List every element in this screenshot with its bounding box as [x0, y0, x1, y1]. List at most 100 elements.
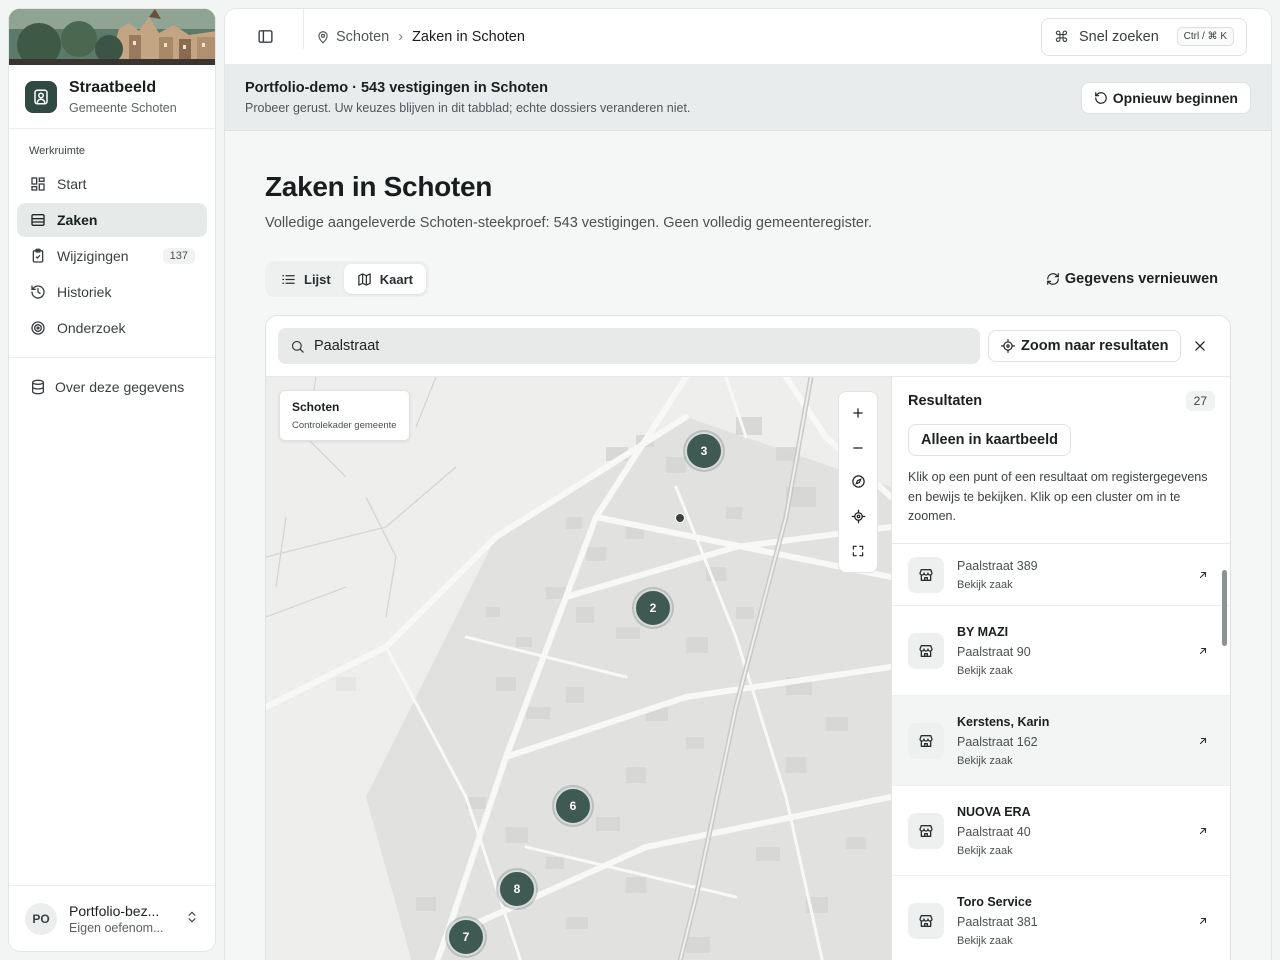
locate-icon	[851, 509, 865, 524]
tab-list[interactable]: Lijst	[268, 264, 344, 294]
map-canvas[interactable]: Schoten Controlekader gemeente 3 2 6 8 7	[266, 377, 891, 960]
brand: Straatbeeld Gemeente Schoten	[9, 65, 215, 129]
nav-heading: Werkruimte	[29, 145, 86, 157]
map-cluster[interactable]: 6	[554, 787, 592, 825]
page-title: Zaken in Schoten	[265, 171, 493, 202]
results-panel: Resultaten 27 Alleen in kaartbeeld Klik …	[891, 377, 1230, 960]
breadcrumb-link-schoten[interactable]: Schoten	[336, 29, 389, 45]
list-item[interactable]: Toro Service Paalstraat 381 Bekijk zaak	[892, 876, 1230, 960]
map-tiles	[266, 377, 891, 960]
result-address: Paalstraat 389	[957, 558, 1038, 573]
refresh-icon	[1046, 272, 1060, 286]
keyboard-shortcut: Ctrl / ⌘ K	[1176, 27, 1234, 46]
map-context-label: Schoten Controlekader gemeente	[279, 390, 410, 441]
user-name: Portfolio-bez...	[69, 902, 160, 919]
nav-extra: Over deze gegevens	[9, 358, 215, 418]
search-value: Paalstraat	[314, 338, 380, 354]
sidebar-item-label: Start	[57, 176, 87, 192]
map-search-row: Paalstraat Zoom naar resultaten	[266, 316, 1230, 377]
close-icon	[1195, 341, 1205, 351]
results-scrollbar[interactable]	[1222, 570, 1227, 646]
locate-button[interactable]	[844, 502, 872, 530]
map-cluster[interactable]: 8	[498, 870, 536, 908]
map-search-input[interactable]: Paalstraat	[278, 328, 980, 364]
map-card: Paalstraat Zoom naar resultaten Schoten …	[265, 315, 1231, 960]
list-item[interactable]: NUOVA ERA Paalstraat 40 Bekijk zaak	[892, 786, 1230, 876]
result-link[interactable]: Bekijk zaak	[957, 935, 1195, 947]
tab-list-label: Lijst	[304, 271, 331, 287]
map-cluster[interactable]: 7	[447, 918, 485, 956]
sidebar-item-about-data[interactable]: Over deze gegevens	[17, 370, 207, 404]
map-label-subtitle: Controlekader gemeente	[292, 420, 397, 431]
page-subtitle: Volledige aangeleverde Schoten-steekproe…	[265, 215, 872, 231]
view-toggle: Lijst Kaart	[265, 261, 429, 297]
sidebar-item-label: Wijzigingen	[57, 248, 129, 264]
results-title: Resultaten	[908, 393, 983, 409]
dashboard-icon	[29, 175, 47, 193]
sidebar-item-wijzigingen[interactable]: Wijzigingen 137	[17, 239, 207, 273]
demo-subtitle: Probeer gerust. Uw keuzes blijven in dit…	[245, 101, 691, 115]
panel-left-icon	[257, 30, 273, 43]
refresh-data-button[interactable]: Gegevens vernieuwen	[1046, 271, 1218, 287]
arrow-up-right-icon	[1195, 733, 1211, 749]
view-toolbar: Lijst Kaart Gegevens vernieuwen	[265, 261, 1231, 297]
quick-search-button[interactable]: ⌘ Snel zoeken Ctrl / ⌘ K	[1041, 17, 1247, 56]
list-item[interactable]: BY MAZI Paalstraat 90 Bekijk zaak	[892, 606, 1230, 696]
result-link[interactable]: Bekijk zaak	[957, 755, 1195, 767]
map-cluster[interactable]: 3	[685, 432, 723, 470]
map-cluster[interactable]: 2	[634, 589, 672, 627]
changes-count-badge: 137	[162, 248, 195, 264]
brand-logo-icon	[25, 80, 57, 113]
list-icon	[281, 272, 296, 287]
result-address: Paalstraat 381	[957, 914, 1038, 929]
list-item[interactable]: Kerstens, Karin Paalstraat 162 Bekijk za…	[892, 696, 1230, 786]
result-link[interactable]: Bekijk zaak	[957, 579, 1195, 591]
breadcrumb: Schoten › Zaken in Schoten	[316, 29, 525, 45]
search-icon	[290, 339, 305, 354]
nav-section: Werkruimte Start Zaken Wijzigingen 137 H…	[9, 129, 215, 358]
result-link[interactable]: Bekijk zaak	[957, 665, 1195, 677]
compass-icon	[851, 475, 865, 489]
sidebar-item-label: Historiek	[57, 284, 112, 300]
sidebar-item-zaken[interactable]: Zaken	[17, 203, 207, 237]
zoom-to-results-button[interactable]: Zoom naar resultaten	[988, 330, 1182, 362]
restart-button[interactable]: Opnieuw beginnen	[1080, 81, 1251, 114]
sidebar-item-historiek[interactable]: Historiek	[17, 275, 207, 309]
chevron-up-down-icon	[185, 910, 199, 927]
arrow-up-right-icon	[1195, 567, 1211, 583]
result-name: NUOVA ERA	[957, 804, 1031, 819]
close-search-button[interactable]	[1186, 332, 1214, 360]
zoom-out-button[interactable]	[844, 434, 872, 462]
compass-button[interactable]	[844, 468, 872, 496]
map-icon	[357, 272, 372, 287]
database-icon	[29, 378, 47, 396]
zoom-in-button[interactable]	[844, 399, 872, 427]
arrow-up-right-icon	[1195, 913, 1211, 929]
refresh-label: Gegevens vernieuwen	[1064, 271, 1218, 287]
topbar: Schoten › Zaken in Schoten ⌘ Snel zoeken…	[225, 9, 1271, 65]
store-icon	[908, 902, 944, 939]
result-address: Paalstraat 40	[957, 824, 1031, 839]
demo-title: Portfolio-demo · 543 vestigingen in Scho…	[245, 80, 548, 96]
sidebar-item-label: Zaken	[57, 212, 98, 228]
result-address: Paalstraat 90	[957, 644, 1031, 659]
arrow-up-right-icon	[1195, 823, 1211, 839]
result-link[interactable]: Bekijk zaak	[957, 845, 1195, 857]
map-marker[interactable]	[675, 513, 685, 523]
fullscreen-icon	[852, 545, 864, 556]
demo-banner: Portfolio-demo · 543 vestigingen in Scho…	[225, 65, 1271, 131]
user-menu[interactable]: PO Portfolio-bez... Eigen oefenom...	[9, 885, 215, 951]
sidebar-item-label: Onderzoek	[57, 320, 126, 336]
sidebar-item-onderzoek[interactable]: Onderzoek	[17, 311, 207, 345]
tab-map[interactable]: Kaart	[343, 264, 426, 294]
tab-map-label: Kaart	[379, 271, 413, 287]
sidebar-item-start[interactable]: Start	[17, 167, 207, 201]
list-item[interactable]: Paalstraat 389 Bekijk zaak	[892, 544, 1230, 606]
results-help-text: Klik op een punt of een resultaat om reg…	[908, 470, 1208, 523]
result-name: BY MAZI	[957, 624, 1009, 639]
user-subtitle: Eigen oefenom...	[69, 920, 164, 935]
only-in-view-button[interactable]: Alleen in kaartbeeld	[908, 424, 1071, 456]
radar-icon	[29, 319, 47, 337]
fullscreen-button[interactable]	[844, 537, 872, 565]
sidebar-toggle-button[interactable]	[249, 21, 281, 53]
